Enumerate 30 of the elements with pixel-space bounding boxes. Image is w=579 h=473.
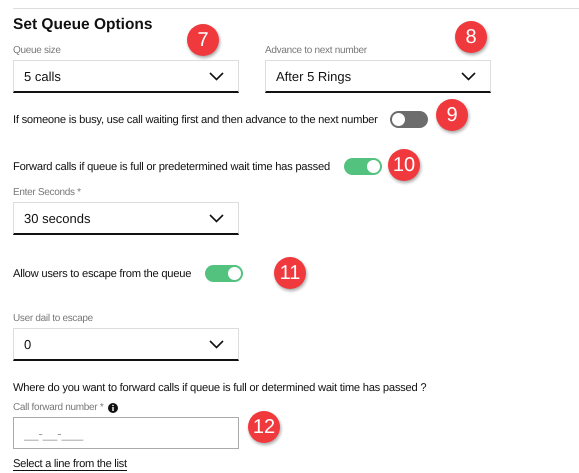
phone-number-field[interactable]: __-__-___ xyxy=(13,417,239,449)
chevron-down-icon xyxy=(461,72,476,80)
field-label: Advance to next number xyxy=(265,44,368,57)
dropdown-select[interactable]: 5 calls xyxy=(13,60,239,93)
option-label: If someone is busy, use call waiting first and then advance to the next number xyxy=(13,112,378,128)
field-label: Call forward number * xyxy=(13,401,104,414)
toggle-switch[interactable] xyxy=(390,111,428,128)
select-line-link[interactable]: Select a line from the list xyxy=(13,458,127,471)
callout-badge: 7 xyxy=(187,24,219,56)
callout-badge: 12 xyxy=(248,411,280,443)
field-label: Queue size xyxy=(13,44,62,57)
section-title: Set Queue Options xyxy=(13,15,154,35)
dropdown-select[interactable]: 30 seconds xyxy=(13,202,239,235)
dropdown-select[interactable]: 0 xyxy=(13,328,239,361)
chevron-down-icon xyxy=(209,214,224,222)
option-label: Allow users to escape from the queue xyxy=(13,266,192,282)
field-label: User dail to escape xyxy=(13,312,94,325)
callout-badge: 9 xyxy=(436,99,468,131)
field-label: Enter Seconds * xyxy=(13,186,82,199)
chevron-down-icon xyxy=(209,340,224,348)
toggle-switch[interactable] xyxy=(344,158,382,175)
info-icon xyxy=(108,402,118,412)
option-label: Forward calls if queue is full or predetermined wait time has passed xyxy=(13,160,330,174)
question-text: Where do you want to forward calls if queue is full or determined wait time has passed ? xyxy=(13,381,428,396)
dropdown-select[interactable]: After 5 Rings xyxy=(265,60,491,93)
chevron-down-icon xyxy=(209,72,224,80)
callout-badge: 8 xyxy=(455,21,487,53)
callout-badge: 10 xyxy=(388,149,420,181)
callout-badge: 11 xyxy=(274,257,306,289)
toggle-switch[interactable] xyxy=(205,265,244,282)
